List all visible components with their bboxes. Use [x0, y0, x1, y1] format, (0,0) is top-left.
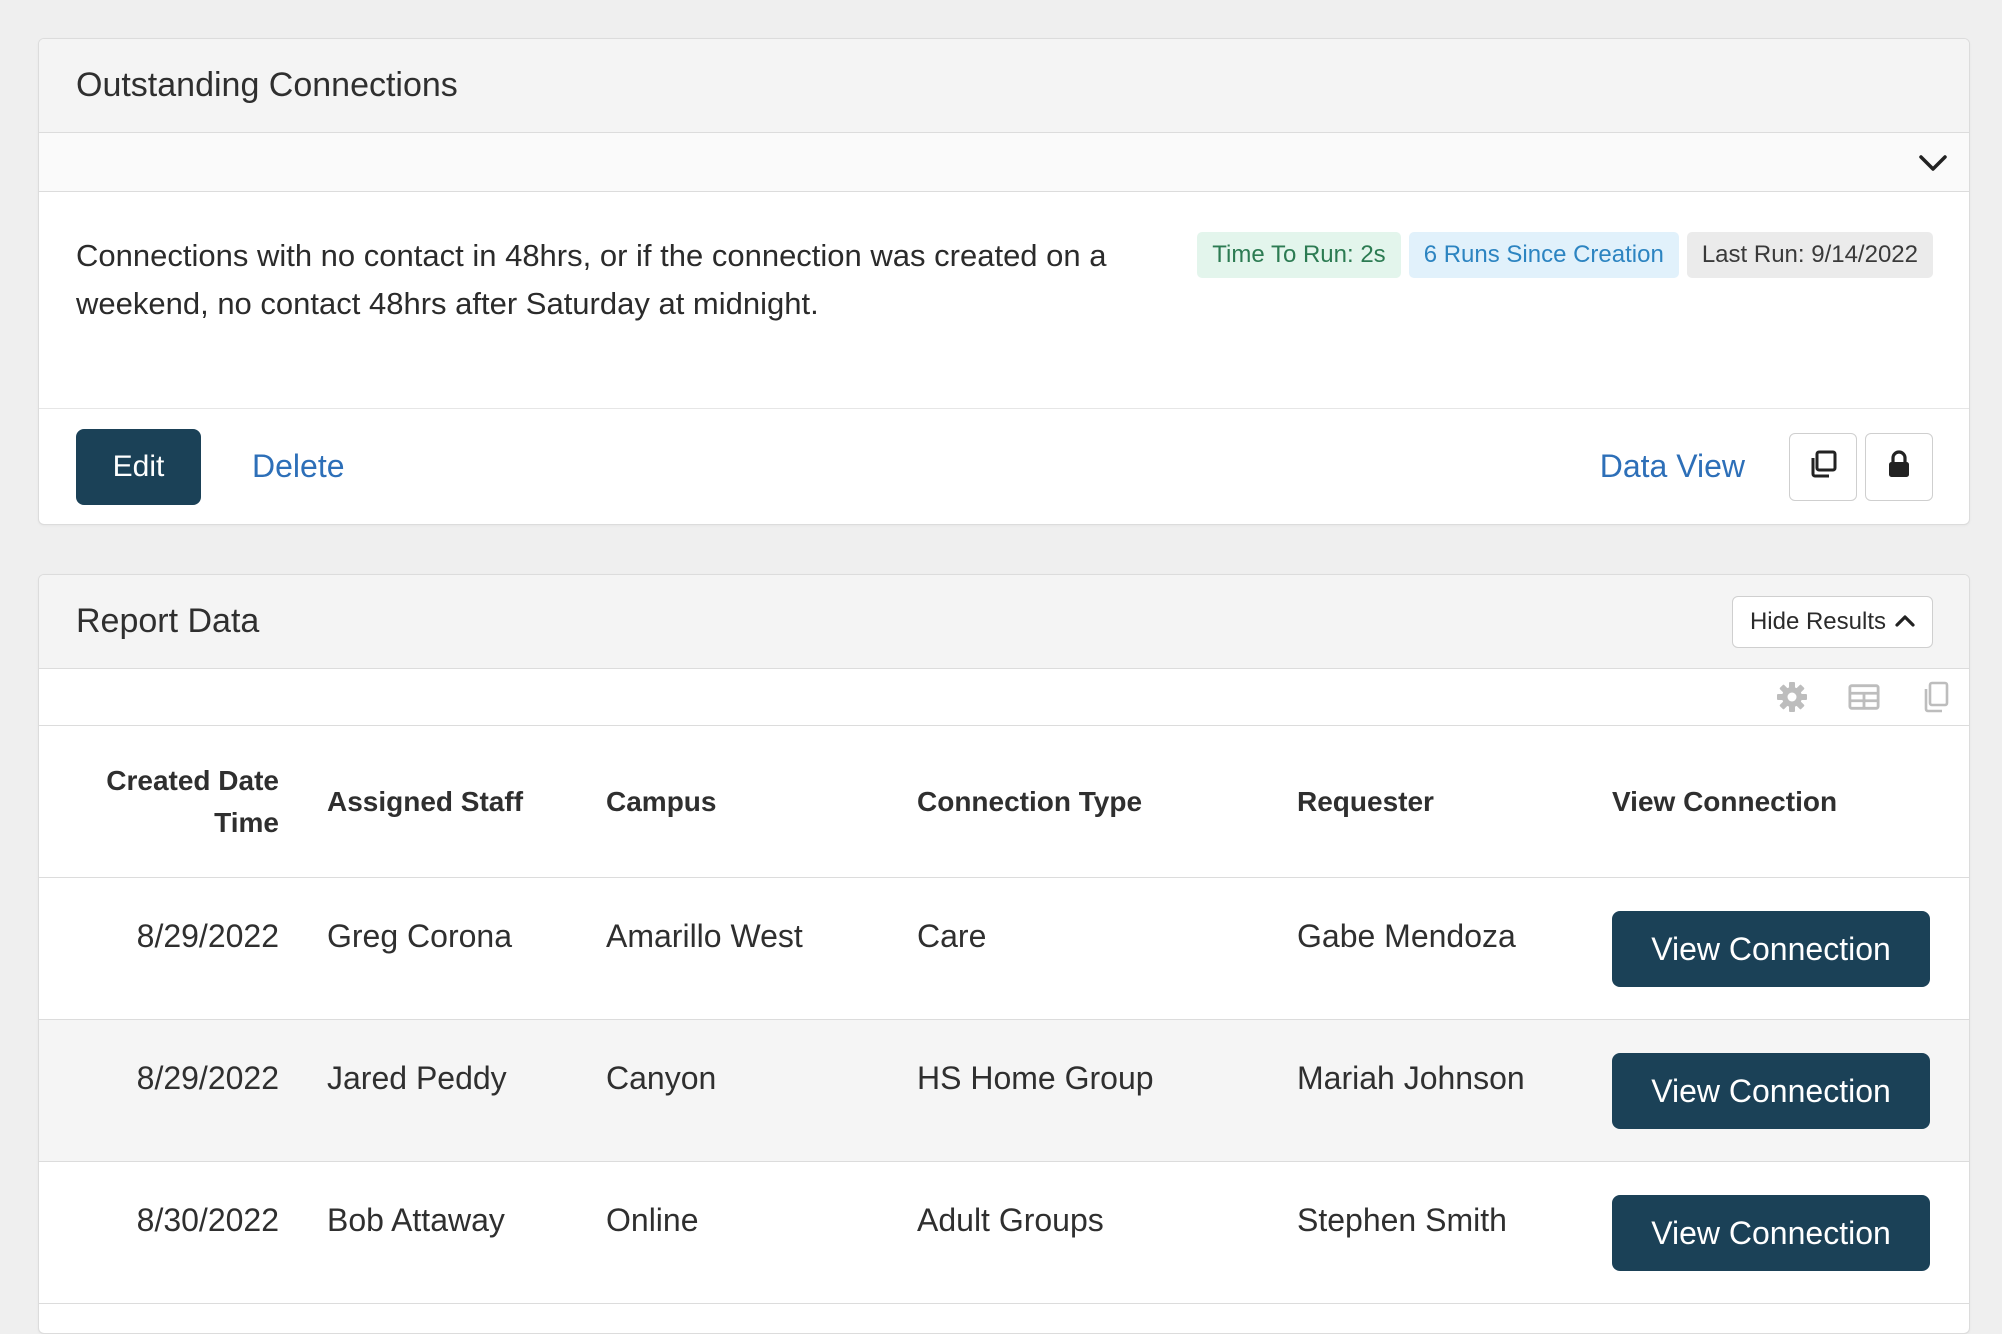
table-icon[interactable] — [1848, 681, 1880, 713]
lock-button[interactable] — [1865, 432, 1933, 501]
view-connection-button[interactable]: View Connection — [1612, 1195, 1930, 1271]
cell-campus: Online — [606, 1161, 917, 1304]
column-header-requester[interactable]: Requester — [1297, 726, 1612, 878]
cell-campus: Canyon — [606, 1019, 917, 1162]
cell-requester: Stephen Smith — [1297, 1161, 1612, 1304]
column-header-type[interactable]: Connection Type — [917, 726, 1297, 878]
chevron-up-icon — [1894, 608, 1916, 636]
column-header-created[interactable]: Created Date Time — [39, 726, 279, 878]
panel-title: Outstanding Connections — [76, 66, 458, 104]
clipboard-icon[interactable] — [1920, 681, 1952, 713]
last-run-badge: Last Run: 9/14/2022 — [1686, 232, 1933, 278]
view-connection-button[interactable]: View Connection — [1612, 911, 1930, 987]
cell-type: HS Home Group — [917, 1019, 1297, 1162]
table-row: 8/29/2022 Jared Peddy Canyon HS Home Gro… — [39, 1019, 1969, 1162]
cell-action: View Connection — [1612, 1161, 1969, 1304]
cell-staff: Bob Attaway — [279, 1161, 606, 1304]
delete-link[interactable]: Delete — [252, 448, 345, 485]
tools-bar — [39, 669, 1969, 726]
cell-requester: Gabe Mendoza — [1297, 877, 1612, 1020]
cell-campus: Amarillo West — [606, 877, 917, 1020]
report-data-panel: Report Data Hide Results Created Date Ti… — [38, 574, 1970, 1334]
filter-bar — [39, 133, 1969, 192]
time-to-run-badge: Time To Run: 2s — [1197, 232, 1401, 278]
outstanding-connections-panel: Outstanding Connections Time To Run: 2s … — [38, 38, 1970, 525]
cell-type: Adult Groups — [917, 1161, 1297, 1304]
hide-results-label: Hide Results — [1749, 607, 1886, 635]
edit-button[interactable]: Edit — [76, 428, 201, 505]
panel-title: Report Data — [76, 602, 260, 640]
panel-header: Report Data Hide Results — [39, 575, 1969, 669]
cell-requester: Mariah Johnson — [1297, 1019, 1612, 1162]
actions-bar: Edit Delete Data View — [39, 409, 1969, 524]
cell-created: 8/30/2022 — [39, 1161, 279, 1304]
column-header-staff[interactable]: Assigned Staff — [279, 726, 606, 878]
report-table: Created Date Time Assigned Staff Campus … — [39, 726, 1969, 1304]
cell-action: View Connection — [1612, 1019, 1969, 1162]
cell-type: Care — [917, 877, 1297, 1020]
copy-button[interactable] — [1789, 432, 1857, 501]
chevron-down-icon[interactable] — [1913, 143, 1953, 183]
cell-created: 8/29/2022 — [39, 877, 279, 1020]
cell-staff: Jared Peddy — [279, 1019, 606, 1162]
cell-action: View Connection — [1612, 877, 1969, 1020]
runs-since-creation-badge: 6 Runs Since Creation — [1408, 232, 1679, 278]
copy-icon — [1808, 449, 1838, 484]
cell-created: 8/29/2022 — [39, 1019, 279, 1162]
column-header-campus[interactable]: Campus — [606, 726, 917, 878]
report-description: Connections with no contact in 48hrs, or… — [76, 238, 1107, 321]
data-view-link[interactable]: Data View — [1600, 448, 1745, 485]
badge-group: Time To Run: 2s 6 Runs Since Creation La… — [1197, 232, 1933, 278]
gear-icon[interactable] — [1776, 681, 1808, 713]
cell-staff: Greg Corona — [279, 877, 606, 1020]
lock-icon — [1886, 449, 1912, 484]
table-row: 8/29/2022 Greg Corona Amarillo West Care… — [39, 877, 1969, 1020]
table-header-row: Created Date Time Assigned Staff Campus … — [39, 726, 1969, 878]
panel-header: Outstanding Connections — [39, 39, 1969, 133]
hide-results-button[interactable]: Hide Results — [1731, 595, 1933, 648]
column-header-view[interactable]: View Connection — [1612, 726, 1969, 878]
table-row: 8/30/2022 Bob Attaway Online Adult Group… — [39, 1161, 1969, 1304]
view-connection-button[interactable]: View Connection — [1612, 1053, 1930, 1129]
description-area: Time To Run: 2s 6 Runs Since Creation La… — [39, 192, 1969, 409]
